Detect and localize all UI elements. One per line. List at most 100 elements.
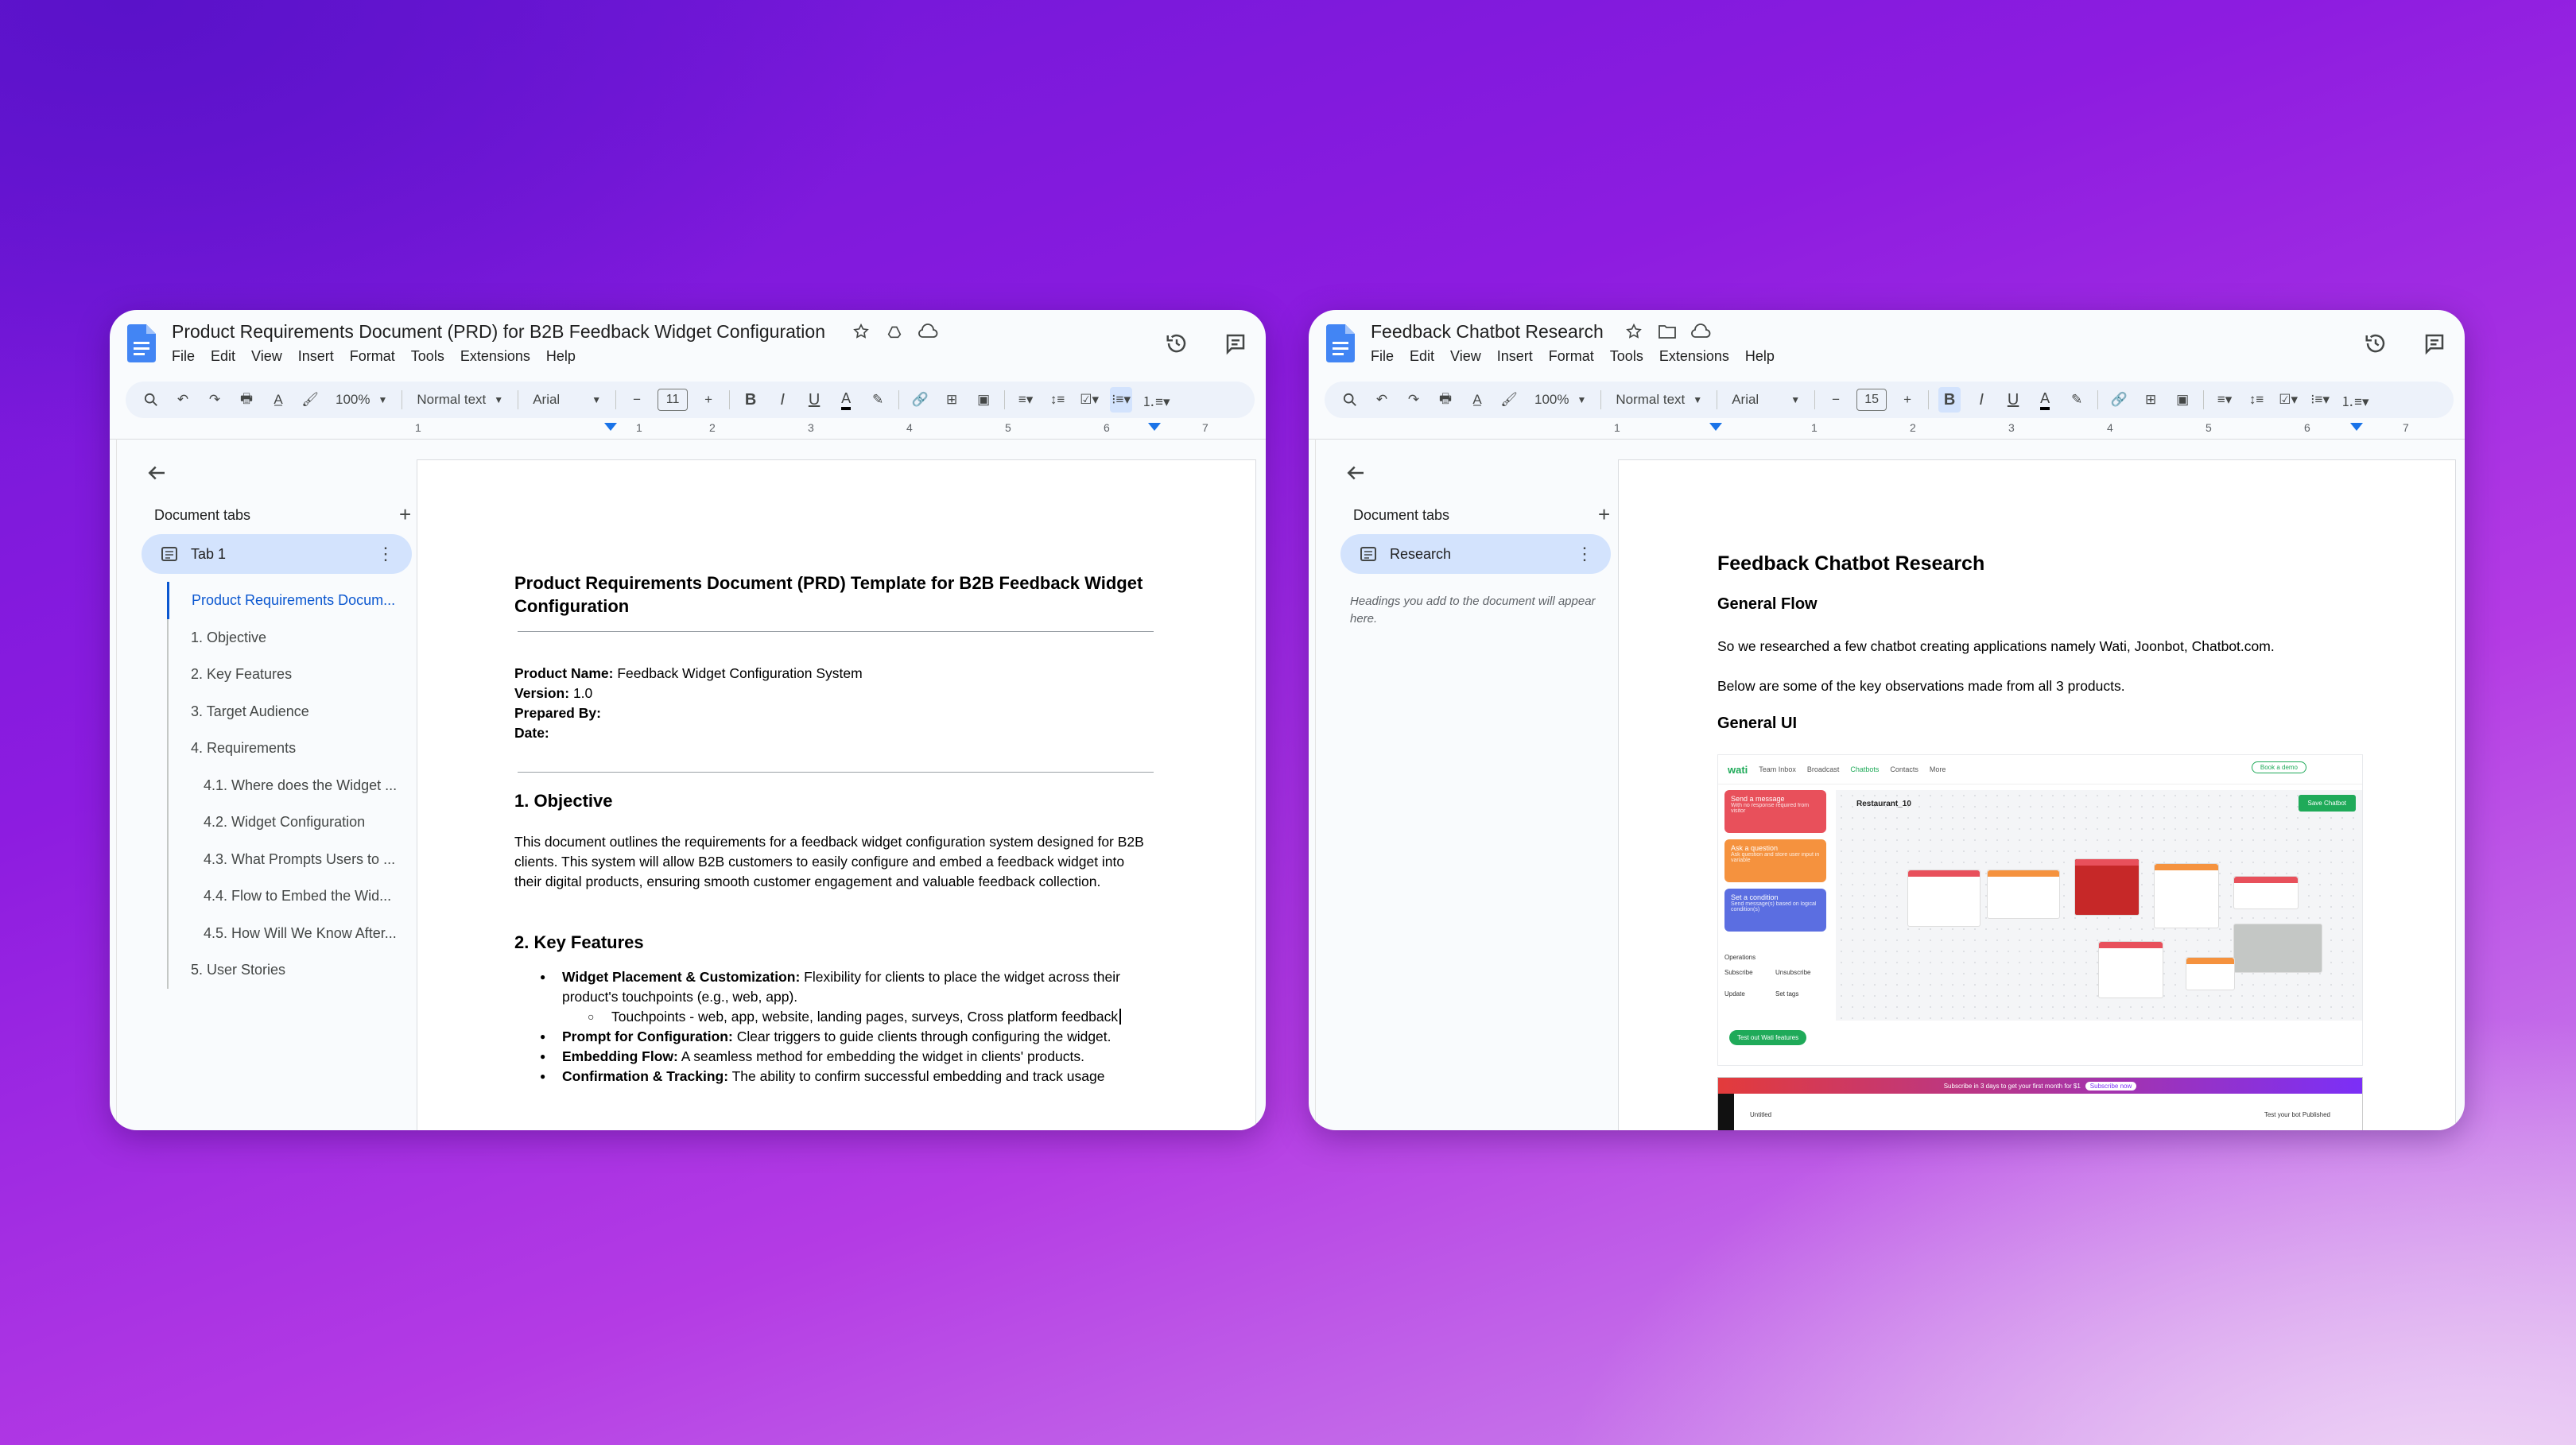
tab-item[interactable]: Tab 1 ⋮ [142, 534, 412, 574]
move-folder-icon[interactable] [1657, 321, 1678, 342]
undo-icon[interactable]: ↶ [1371, 387, 1393, 413]
underline-icon[interactable]: U [803, 387, 825, 413]
paint-format-icon[interactable]: 🖌 [1498, 387, 1520, 413]
outline-item[interactable]: Product Requirements Docum... [167, 582, 415, 619]
menu-edit[interactable]: Edit [211, 348, 235, 365]
right-indent-marker[interactable] [2350, 423, 2363, 431]
document-title[interactable]: Feedback Chatbot Research [1371, 321, 1604, 343]
increase-font-size-icon[interactable]: + [697, 387, 720, 413]
search-menus-icon[interactable] [140, 387, 162, 413]
menu-extensions[interactable]: Extensions [1659, 348, 1729, 365]
insert-image-icon[interactable]: ▣ [2171, 387, 2194, 413]
outline-item[interactable]: 4.3. What Prompts Users to ... [169, 841, 415, 878]
add-comment-icon[interactable]: ⊞ [2140, 387, 2162, 413]
menu-insert[interactable]: Insert [1497, 348, 1533, 365]
menu-edit[interactable]: Edit [1410, 348, 1434, 365]
docs-logo-icon[interactable] [1326, 324, 1355, 362]
comments-icon[interactable] [1221, 329, 1250, 358]
bold-icon[interactable]: B [739, 387, 762, 413]
italic-icon[interactable]: I [1970, 387, 1992, 413]
tab-options-icon[interactable]: ⋮ [1576, 544, 1593, 564]
line-spacing-icon[interactable]: ↕≡ [2245, 387, 2268, 413]
cloud-saved-icon[interactable] [918, 321, 938, 342]
add-comment-icon[interactable]: ⊞ [941, 387, 963, 413]
add-tab-icon[interactable]: + [399, 502, 411, 527]
font-size-input[interactable]: 15 [1856, 389, 1887, 411]
align-icon[interactable]: ≡▾ [2213, 387, 2236, 413]
redo-icon[interactable]: ↷ [1402, 387, 1425, 413]
tab-options-icon[interactable]: ⋮ [377, 544, 394, 564]
menu-extensions[interactable]: Extensions [460, 348, 530, 365]
shared-drive-icon[interactable] [884, 321, 905, 342]
print-icon[interactable]: 🖶 [235, 387, 258, 413]
menu-file[interactable]: File [1371, 348, 1394, 365]
menu-help[interactable]: Help [1745, 348, 1775, 365]
left-indent-marker[interactable] [1709, 423, 1722, 431]
left-indent-marker[interactable] [604, 423, 617, 431]
star-icon[interactable] [851, 321, 871, 342]
checklist-icon[interactable]: ☑▾ [1078, 387, 1100, 413]
vertical-ruler[interactable] [1309, 439, 1316, 1130]
bulleted-list-icon[interactable]: ⁝≡▾ [2309, 387, 2331, 413]
insert-image-icon[interactable]: ▣ [972, 387, 995, 413]
font-select[interactable]: Arial ▼ [1727, 392, 1805, 408]
increase-font-size-icon[interactable]: + [1896, 387, 1918, 413]
embedded-screenshot-second[interactable]: Subscribe in 3 days to get your first mo… [1717, 1077, 2363, 1130]
menu-insert[interactable]: Insert [298, 348, 334, 365]
undo-icon[interactable]: ↶ [172, 387, 194, 413]
menu-help[interactable]: Help [546, 348, 576, 365]
decrease-font-size-icon[interactable]: − [626, 387, 648, 413]
back-arrow-icon[interactable] [145, 461, 169, 485]
line-spacing-icon[interactable]: ↕≡ [1046, 387, 1069, 413]
align-icon[interactable]: ≡▾ [1014, 387, 1037, 413]
checklist-icon[interactable]: ☑▾ [2277, 387, 2299, 413]
menu-format[interactable]: Format [1549, 348, 1594, 365]
cloud-saved-icon[interactable] [1690, 321, 1711, 342]
menu-file[interactable]: File [172, 348, 195, 365]
outline-item[interactable]: 4. Requirements [169, 730, 415, 767]
highlight-icon[interactable]: ✎ [867, 387, 889, 413]
menu-format[interactable]: Format [350, 348, 395, 365]
back-arrow-icon[interactable] [1344, 461, 1368, 485]
outline-item[interactable]: 3. Target Audience [169, 693, 415, 730]
spellcheck-icon[interactable]: A̲ [267, 387, 289, 413]
horizontal-ruler[interactable]: 1 1 2 3 4 5 6 7 [110, 421, 1266, 440]
menu-view[interactable]: View [251, 348, 282, 365]
link-icon[interactable]: 🔗 [2108, 387, 2130, 413]
redo-icon[interactable]: ↷ [204, 387, 226, 413]
italic-icon[interactable]: I [771, 387, 793, 413]
font-size-input[interactable]: 11 [658, 389, 689, 411]
menu-tools[interactable]: Tools [1610, 348, 1643, 365]
document-title[interactable]: Product Requirements Document (PRD) for … [172, 321, 825, 343]
style-select[interactable]: Normal text ▼ [412, 392, 508, 408]
bulleted-list-icon[interactable]: ⁝≡▾ [1110, 387, 1133, 413]
tab-item[interactable]: Research ⋮ [1340, 534, 1611, 574]
paint-format-icon[interactable]: 🖌 [299, 387, 321, 413]
bold-icon[interactable]: B [1938, 387, 1961, 413]
highlight-icon[interactable]: ✎ [2066, 387, 2088, 413]
outline-item[interactable]: 2. Key Features [169, 656, 415, 693]
zoom-select[interactable]: 100% ▼ [331, 392, 392, 408]
document-page[interactable]: Product Requirements Document (PRD) Temp… [417, 459, 1256, 1130]
outline-item[interactable]: 4.5. How Will We Know After... [169, 915, 415, 952]
outline-item[interactable]: 4.1. Where does the Widget ... [169, 767, 415, 804]
style-select[interactable]: Normal text ▼ [1611, 392, 1707, 408]
text-color-icon[interactable]: A [835, 387, 857, 413]
document-page[interactable]: Feedback Chatbot Research General Flow S… [1618, 459, 2456, 1130]
search-menus-icon[interactable] [1339, 387, 1361, 413]
numbered-list-icon[interactable]: ⒈≡▾ [1142, 387, 1170, 413]
zoom-select[interactable]: 100% ▼ [1530, 392, 1591, 408]
spellcheck-icon[interactable]: A̲ [1466, 387, 1488, 413]
menu-tools[interactable]: Tools [411, 348, 444, 365]
outline-item[interactable]: 4.4. Flow to Embed the Wid... [169, 877, 415, 915]
print-icon[interactable]: 🖶 [1434, 387, 1457, 413]
numbered-list-icon[interactable]: ⒈≡▾ [2341, 387, 2368, 413]
add-tab-icon[interactable]: + [1598, 502, 1610, 527]
text-color-icon[interactable]: A [2034, 387, 2056, 413]
docs-logo-icon[interactable] [127, 324, 156, 362]
comments-icon[interactable] [2420, 329, 2449, 358]
vertical-ruler[interactable] [110, 439, 117, 1130]
version-history-icon[interactable] [1162, 329, 1191, 358]
menu-view[interactable]: View [1450, 348, 1481, 365]
embedded-screenshot-wati[interactable]: wati Team Inbox Broadcast Chatbots Conta… [1717, 754, 2363, 1066]
